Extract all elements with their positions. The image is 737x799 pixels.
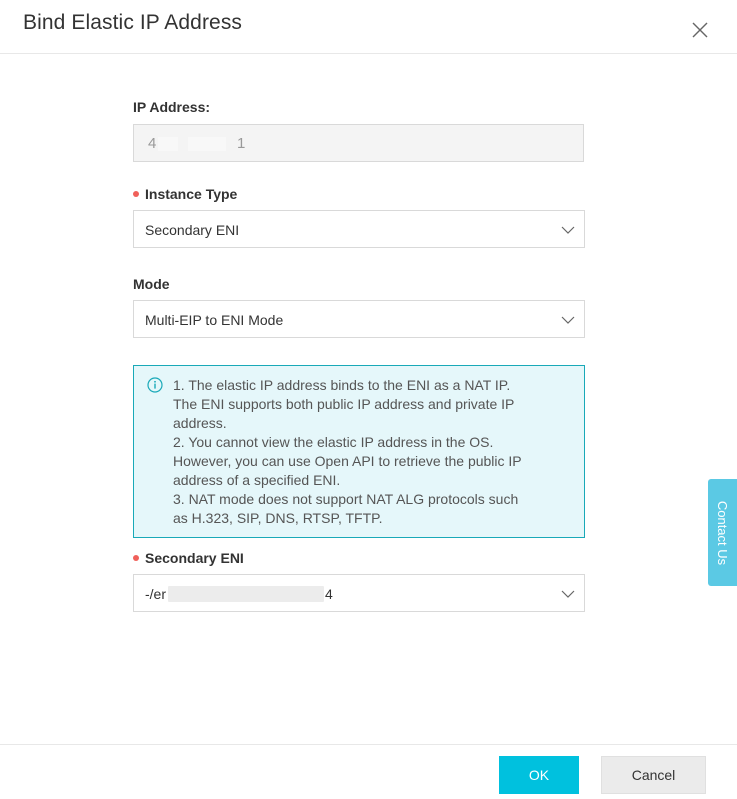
contact-us-label: Contact Us xyxy=(715,500,730,565)
instance-type-select[interactable]: Secondary ENI xyxy=(133,210,585,248)
instance-type-label: Instance Type xyxy=(133,186,237,202)
notice-line: 1. The elastic IP address binds to the E… xyxy=(173,377,511,393)
info-notice: 1. The elastic IP address binds to the E… xyxy=(133,365,585,538)
notice-line: However, you can use Open API to retriev… xyxy=(173,453,522,469)
instance-type-label-text: Instance Type xyxy=(145,186,238,202)
secondary-eni-value-start: -/er xyxy=(145,586,166,602)
notice-line: as H.323, SIP, DNS, RTSP, TFTP. xyxy=(173,510,383,526)
ip-address-field: 4 1 xyxy=(133,124,584,162)
notice-line: 2. You cannot view the elastic IP addres… xyxy=(173,434,494,450)
chevron-down-icon xyxy=(561,590,575,598)
chevron-down-icon xyxy=(561,226,575,234)
ip-address-value-end: 1 xyxy=(237,135,246,152)
redaction-mask xyxy=(168,586,324,602)
redaction-mask xyxy=(188,137,226,151)
required-indicator xyxy=(133,191,139,198)
notice-line: address of a specified ENI. xyxy=(173,472,341,488)
bind-eip-dialog: Bind Elastic IP Address IP Address: 4 1 … xyxy=(0,0,737,799)
close-icon[interactable] xyxy=(688,18,712,42)
secondary-eni-select[interactable]: -/er 4 xyxy=(133,574,585,612)
required-indicator xyxy=(133,555,139,562)
ip-address-value-start: 4 xyxy=(148,135,157,152)
cancel-button[interactable]: Cancel xyxy=(601,756,706,794)
info-icon xyxy=(147,377,163,393)
secondary-eni-value-end: 4 xyxy=(325,586,333,602)
chevron-down-icon xyxy=(561,316,575,324)
notice-line: 3. NAT mode does not support NAT ALG pro… xyxy=(173,491,519,507)
notice-line: The ENI supports both public IP address … xyxy=(173,396,515,412)
dialog-title: Bind Elastic IP Address xyxy=(23,11,243,34)
ok-button[interactable]: OK xyxy=(499,756,579,794)
instance-type-value: Secondary ENI xyxy=(145,222,240,238)
redaction-mask xyxy=(158,137,178,151)
mode-label: Mode xyxy=(133,276,170,292)
mode-select[interactable]: Multi-EIP to ENI Mode xyxy=(133,300,585,338)
ip-address-label: IP Address: xyxy=(133,99,211,115)
dialog-header: Bind Elastic IP Address xyxy=(0,0,737,54)
secondary-eni-label-text: Secondary ENI xyxy=(145,550,244,566)
notice-text: 1. The elastic IP address binds to the E… xyxy=(173,376,578,528)
notice-line: address. xyxy=(173,415,227,431)
secondary-eni-label: Secondary ENI xyxy=(133,550,244,566)
mode-value: Multi-EIP to ENI Mode xyxy=(145,312,284,328)
contact-us-tab[interactable]: Contact Us xyxy=(708,479,737,586)
